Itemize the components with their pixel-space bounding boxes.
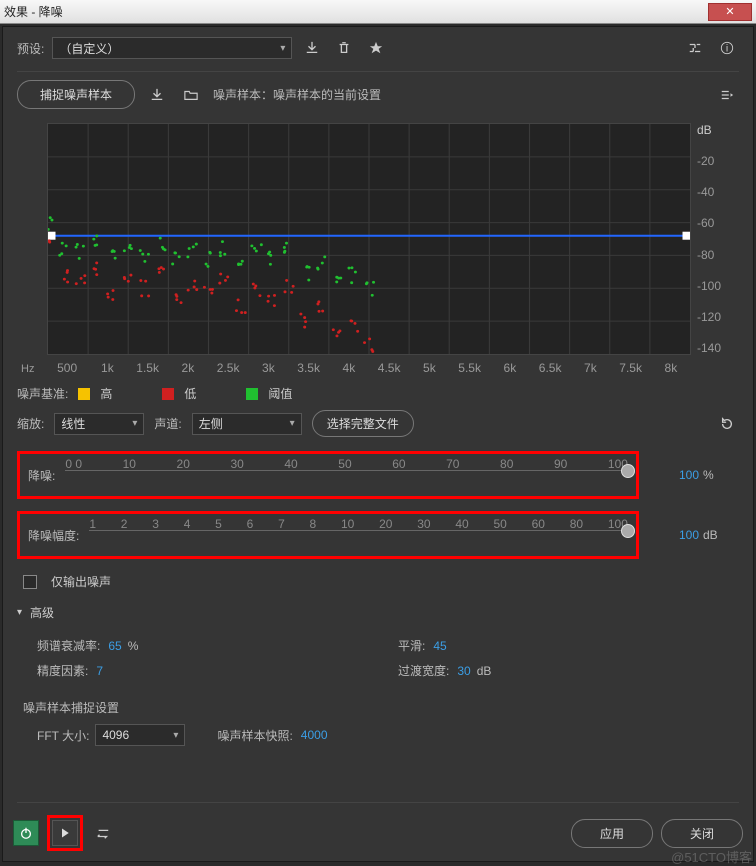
svg-text:i: i [726, 43, 728, 55]
amount-label: 降噪幅度: [28, 527, 79, 544]
load-sample-icon[interactable] [145, 84, 169, 106]
amount-thumb[interactable] [621, 524, 635, 538]
spectrum-chart[interactable]: Hz 5001k1.5k2k2.5k3k3.5k4k4.5k5k5.5k6k6.… [17, 119, 739, 379]
precision-label: 精度因素: [37, 662, 88, 679]
legend-high: 高 [100, 385, 112, 402]
decay-value[interactable]: 65 [108, 639, 121, 653]
transition-value[interactable]: 30 [457, 664, 470, 678]
legend-low: 低 [184, 385, 196, 402]
channel-label: 声道: [154, 415, 181, 432]
x-axis-label: Hz [21, 363, 34, 375]
power-button[interactable] [13, 820, 39, 846]
chart-menu-icon[interactable] [715, 84, 739, 106]
legend-label: 噪声基准: [17, 385, 68, 402]
delete-preset-icon[interactable] [332, 37, 356, 59]
advanced-title: 高级 [30, 604, 54, 621]
sample-label: 噪声样本：噪声样本的当前设置 [213, 86, 381, 103]
select-file-button[interactable]: 选择完整文件 [312, 410, 414, 437]
scale-select[interactable]: 线性▾ [54, 413, 144, 435]
chevron-down-icon: ▾ [280, 43, 285, 54]
titlebar: 效果 - 降噪 ✕ [0, 0, 756, 24]
reduce-value[interactable]: 100 [651, 468, 699, 482]
amount-unit: dB [703, 528, 718, 542]
legend-swatch-low [162, 388, 174, 400]
reduce-slider[interactable]: 0 0102030405060708090100 [65, 470, 628, 490]
dialog-body: 预设: （自定义） ▾ i 捕捉噪声样本 噪声样本：噪声样本的当前设置 Hz 5… [2, 26, 754, 862]
snapshot-value[interactable]: 4000 [301, 728, 328, 742]
amount-slider[interactable]: 1234567810203040506080100 [89, 530, 628, 550]
legend: 噪声基准: 高 低 阈值 [17, 385, 739, 402]
legend-threshold: 阈值 [268, 385, 292, 402]
advanced-toggle[interactable]: ▾ 高级 [17, 604, 739, 621]
transition-label: 过渡宽度: [398, 662, 449, 679]
reset-icon[interactable] [715, 413, 739, 435]
capture-settings-label: 噪声样本捕捉设置 [23, 699, 119, 716]
fft-label: FFT 大小: [37, 727, 89, 744]
play-highlight [47, 815, 83, 851]
apply-button[interactable]: 应用 [571, 819, 653, 848]
chevron-down-icon: ▾ [17, 607, 22, 618]
amount-value[interactable]: 100 [651, 528, 699, 542]
output-noise-label: 仅输出噪声 [51, 573, 111, 590]
legend-swatch-high [78, 388, 90, 400]
output-noise-checkbox[interactable] [23, 575, 37, 589]
reduce-unit: % [703, 468, 714, 482]
play-button[interactable] [52, 820, 78, 846]
folder-icon[interactable] [179, 84, 203, 106]
sidechain-icon[interactable] [683, 37, 707, 59]
amount-slider-group: 降噪幅度: 1234567810203040506080100 [17, 511, 639, 559]
decay-label: 频谱衰减率: [37, 637, 100, 654]
watermark: @51CTO博客 [671, 847, 752, 866]
reduce-thumb[interactable] [621, 464, 635, 478]
snapshot-label: 噪声样本快照: [217, 727, 292, 744]
loop-icon[interactable] [91, 822, 115, 844]
smooth-label: 平滑: [398, 637, 425, 654]
preset-value: （自定义） [59, 40, 119, 57]
reduce-slider-group: 降噪: 0 0102030405060708090100 [17, 451, 639, 499]
info-icon[interactable]: i [715, 37, 739, 59]
capture-noise-button[interactable]: 捕捉噪声样本 [17, 80, 135, 109]
favorite-icon[interactable] [364, 37, 388, 59]
reduce-label: 降噪: [28, 467, 55, 484]
y-axis-ticks: dB-20-40-60-80-100-120-140 [697, 123, 733, 355]
close-button[interactable]: 关闭 [661, 819, 743, 848]
close-window-button[interactable]: ✕ [708, 3, 752, 21]
window-title: 效果 - 降噪 [4, 3, 63, 20]
x-axis-ticks: 5001k1.5k2k2.5k3k3.5k4k4.5k5k5.5k6k6.5k7… [47, 361, 691, 375]
scale-label: 缩放: [17, 415, 44, 432]
precision-value[interactable]: 7 [96, 664, 103, 678]
legend-swatch-threshold [246, 388, 258, 400]
save-preset-icon[interactable] [300, 37, 324, 59]
preset-select[interactable]: （自定义） ▾ [52, 37, 292, 59]
smooth-value[interactable]: 45 [433, 639, 446, 653]
preset-label: 预设: [17, 40, 44, 57]
fft-select[interactable]: 4096▾ [95, 724, 185, 746]
channel-select[interactable]: 左侧▾ [192, 413, 302, 435]
